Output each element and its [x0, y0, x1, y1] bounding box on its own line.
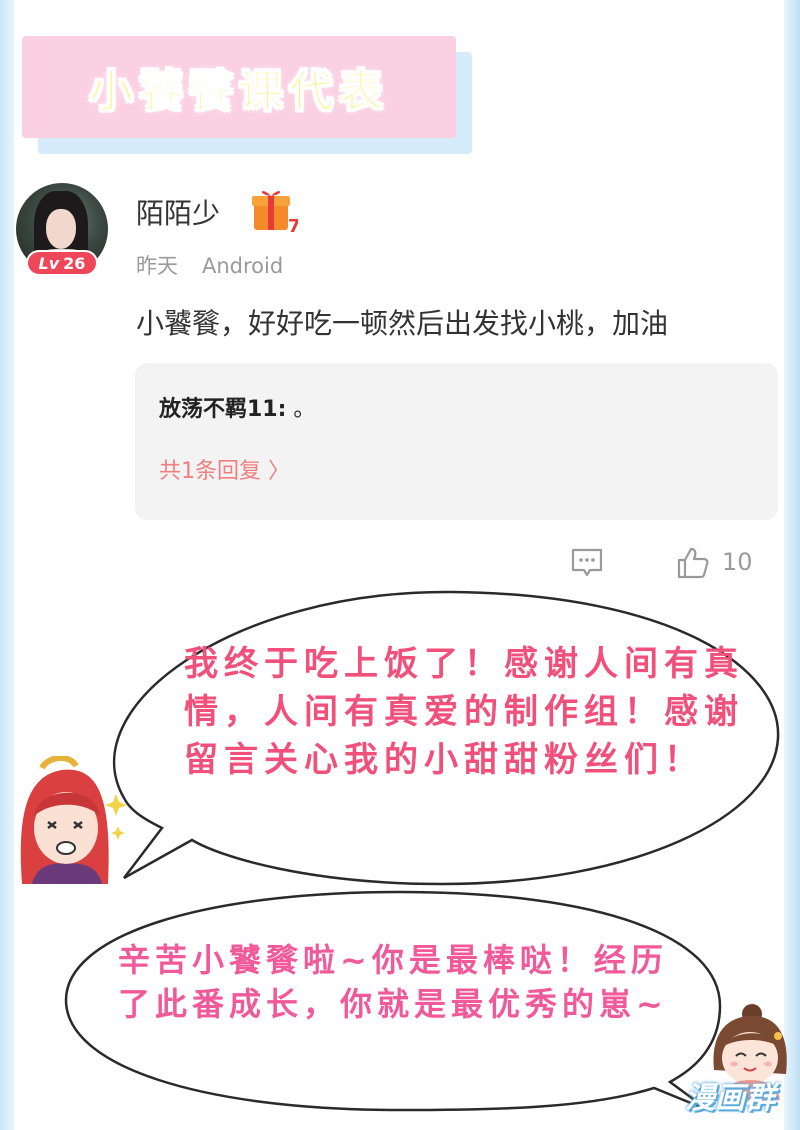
watermark-logo: 漫画群 [685, 1081, 775, 1116]
like-count: 10 [722, 548, 753, 576]
banner-title: 小饕餮课代表 [89, 66, 389, 118]
level-badge: Lv 26 [26, 250, 98, 276]
level-number: 26 [63, 253, 86, 273]
speech-bubble-2-text: 辛苦小饕餮啦~你是最棒哒！经历了此番成长，你就是最优秀的崽~ [118, 941, 668, 1023]
post-device: Android [202, 254, 284, 278]
gift-count: 7 [288, 216, 298, 236]
left-frame [0, 0, 14, 1130]
gift-icon: 7 [252, 191, 298, 236]
banner: 小饕餮课代表 [22, 36, 456, 138]
reply-text: 。 [286, 397, 316, 422]
speech-bubble-1-text: 我终于吃上饭了！感谢人间有真情，人间有真爱的制作组！感谢留言关心我的小甜甜粉丝们… [184, 644, 744, 780]
reply-author[interactable]: 放荡不羁11: [159, 397, 286, 422]
post-meta: 昨天 Android [136, 250, 283, 280]
username[interactable]: 陌陌少 [136, 192, 220, 232]
girl-character-illustration [20, 756, 127, 884]
like-icon[interactable] [676, 546, 710, 580]
view-replies-link[interactable]: 共1条回复 〉 [159, 453, 290, 485]
comment-text: 小饕餮，好好吃一顿然后出发找小桃，加油 [136, 307, 669, 340]
level-prefix: Lv [38, 253, 60, 273]
post-time: 昨天 [136, 254, 178, 278]
comment-icon[interactable] [570, 547, 604, 579]
reply-box[interactable]: 放荡不羁11: 。 共1条回复 〉 [135, 363, 778, 520]
reply-line: 放荡不羁11: 。 [159, 391, 315, 423]
